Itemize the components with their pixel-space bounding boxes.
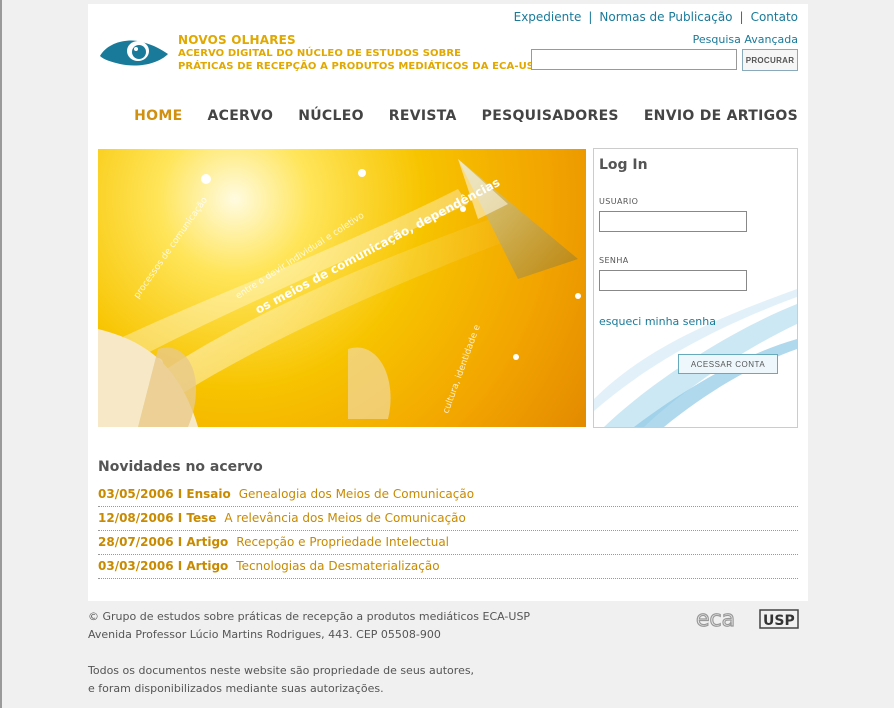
news-section-title: Novidades no acervo [98, 459, 263, 475]
username-label: USUARIO [599, 197, 639, 206]
hero-banner: processos de comunicação entre o devir i… [98, 149, 586, 427]
link-normas[interactable]: Normas de Publicação [599, 10, 732, 24]
brand-title: NOVOS OLHARES [178, 33, 296, 47]
news-meta: 03/03/2006 I Artigo [98, 559, 229, 573]
footer-address: Avenida Professor Lúcio Martins Rodrigue… [88, 628, 441, 641]
eca-logo-icon[interactable]: eca [696, 608, 748, 630]
news-meta: 03/05/2006 I Ensaio [98, 487, 231, 501]
news-item[interactable]: 28/07/2006 I Artigo Recepção e Propriedad… [98, 531, 798, 555]
nav-envio-artigos[interactable]: ENVIO DE ARTIGOS [644, 108, 798, 124]
nav-nucleo[interactable]: NÚCLEO [298, 108, 364, 124]
top-links: Expediente | Normas de Publicação | Contato [514, 10, 798, 24]
nav-home[interactable]: HOME [134, 108, 182, 124]
news-title-link[interactable]: Recepção e Propriedade Intelectual [236, 535, 449, 549]
search-input[interactable] [531, 49, 737, 70]
footer: © Grupo de estudos sobre práticas de rec… [88, 608, 530, 698]
footer-rights-1: Todos os documentos neste website são pr… [88, 664, 475, 677]
hero-arc-text-1: processos de comunicação [132, 195, 210, 301]
hero-arc-text-4: cultura, identidade e [441, 323, 483, 415]
forgot-password-link[interactable]: esqueci minha senha [599, 315, 716, 328]
login-submit-button[interactable]: ACESSAR CONTA [678, 354, 778, 374]
news-title-link[interactable]: Tecnologias da Desmaterialização [236, 559, 439, 573]
search-button[interactable]: PROCURAR [742, 49, 798, 71]
nav-acervo[interactable]: ACERVO [207, 108, 273, 124]
separator: | [739, 10, 744, 24]
brand-subtitle-2: PRÁTICAS DE RECEPÇÃO A PRODUTOS MEDIÁTIC… [178, 61, 542, 72]
brand-block: NOVOS OLHARES ACERVO DIGITAL DO NÚCLEO D… [178, 33, 542, 73]
login-title: Log In [599, 157, 648, 173]
news-title-link[interactable]: Genealogia dos Meios de Comunicação [239, 487, 474, 501]
page-container: Expediente | Normas de Publicação | Contato … [88, 4, 808, 601]
username-field[interactable] [599, 211, 747, 232]
news-item[interactable]: 03/03/2006 I Artigo Tecnologias da Desmat… [98, 555, 798, 579]
nav-revista[interactable]: REVISTA [389, 108, 457, 124]
link-contato[interactable]: Contato [751, 10, 798, 24]
usp-logo-icon[interactable]: USP [759, 608, 799, 630]
news-meta: 28/07/2006 I Artigo [98, 535, 229, 549]
login-panel: Log In USUARIO SENHA esqueci minha senha… [593, 148, 798, 428]
link-expediente[interactable]: Expediente [514, 10, 582, 24]
nav-pesquisadores[interactable]: PESQUISADORES [482, 108, 619, 124]
password-label: SENHA [599, 256, 629, 265]
brand-subtitle-1: ACERVO DIGITAL DO NÚCLEO DE ESTUDOS SOBR… [178, 48, 462, 59]
news-meta: 12/08/2006 I Tese [98, 511, 217, 525]
eca-logo-text: eca [696, 608, 735, 630]
news-list: 03/05/2006 I Ensaio Genealogia dos Meios … [98, 483, 798, 579]
footer-copyright: © Grupo de estudos sobre práticas de rec… [88, 610, 531, 623]
window-left-border [0, 0, 2, 708]
news-title-link[interactable]: A relevância dos Meios de Comunicação [224, 511, 465, 525]
news-item[interactable]: 03/05/2006 I Ensaio Genealogia dos Meios … [98, 483, 798, 507]
main-nav: HOME ACERVO NÚCLEO REVISTA PESQUISADORES… [109, 108, 798, 124]
usp-logo-text: USP [763, 613, 795, 629]
password-field[interactable] [599, 270, 747, 291]
footer-rights-2: e foram disponibilizados mediante suas a… [88, 682, 384, 695]
news-item[interactable]: 12/08/2006 I Tese A relevância dos Meios … [98, 507, 798, 531]
hero-illustration: processos de comunicação entre o devir i… [98, 159, 581, 427]
eye-logo-icon[interactable] [98, 34, 170, 70]
advanced-search-link[interactable]: Pesquisa Avançada [693, 33, 798, 46]
separator: | [588, 10, 593, 24]
